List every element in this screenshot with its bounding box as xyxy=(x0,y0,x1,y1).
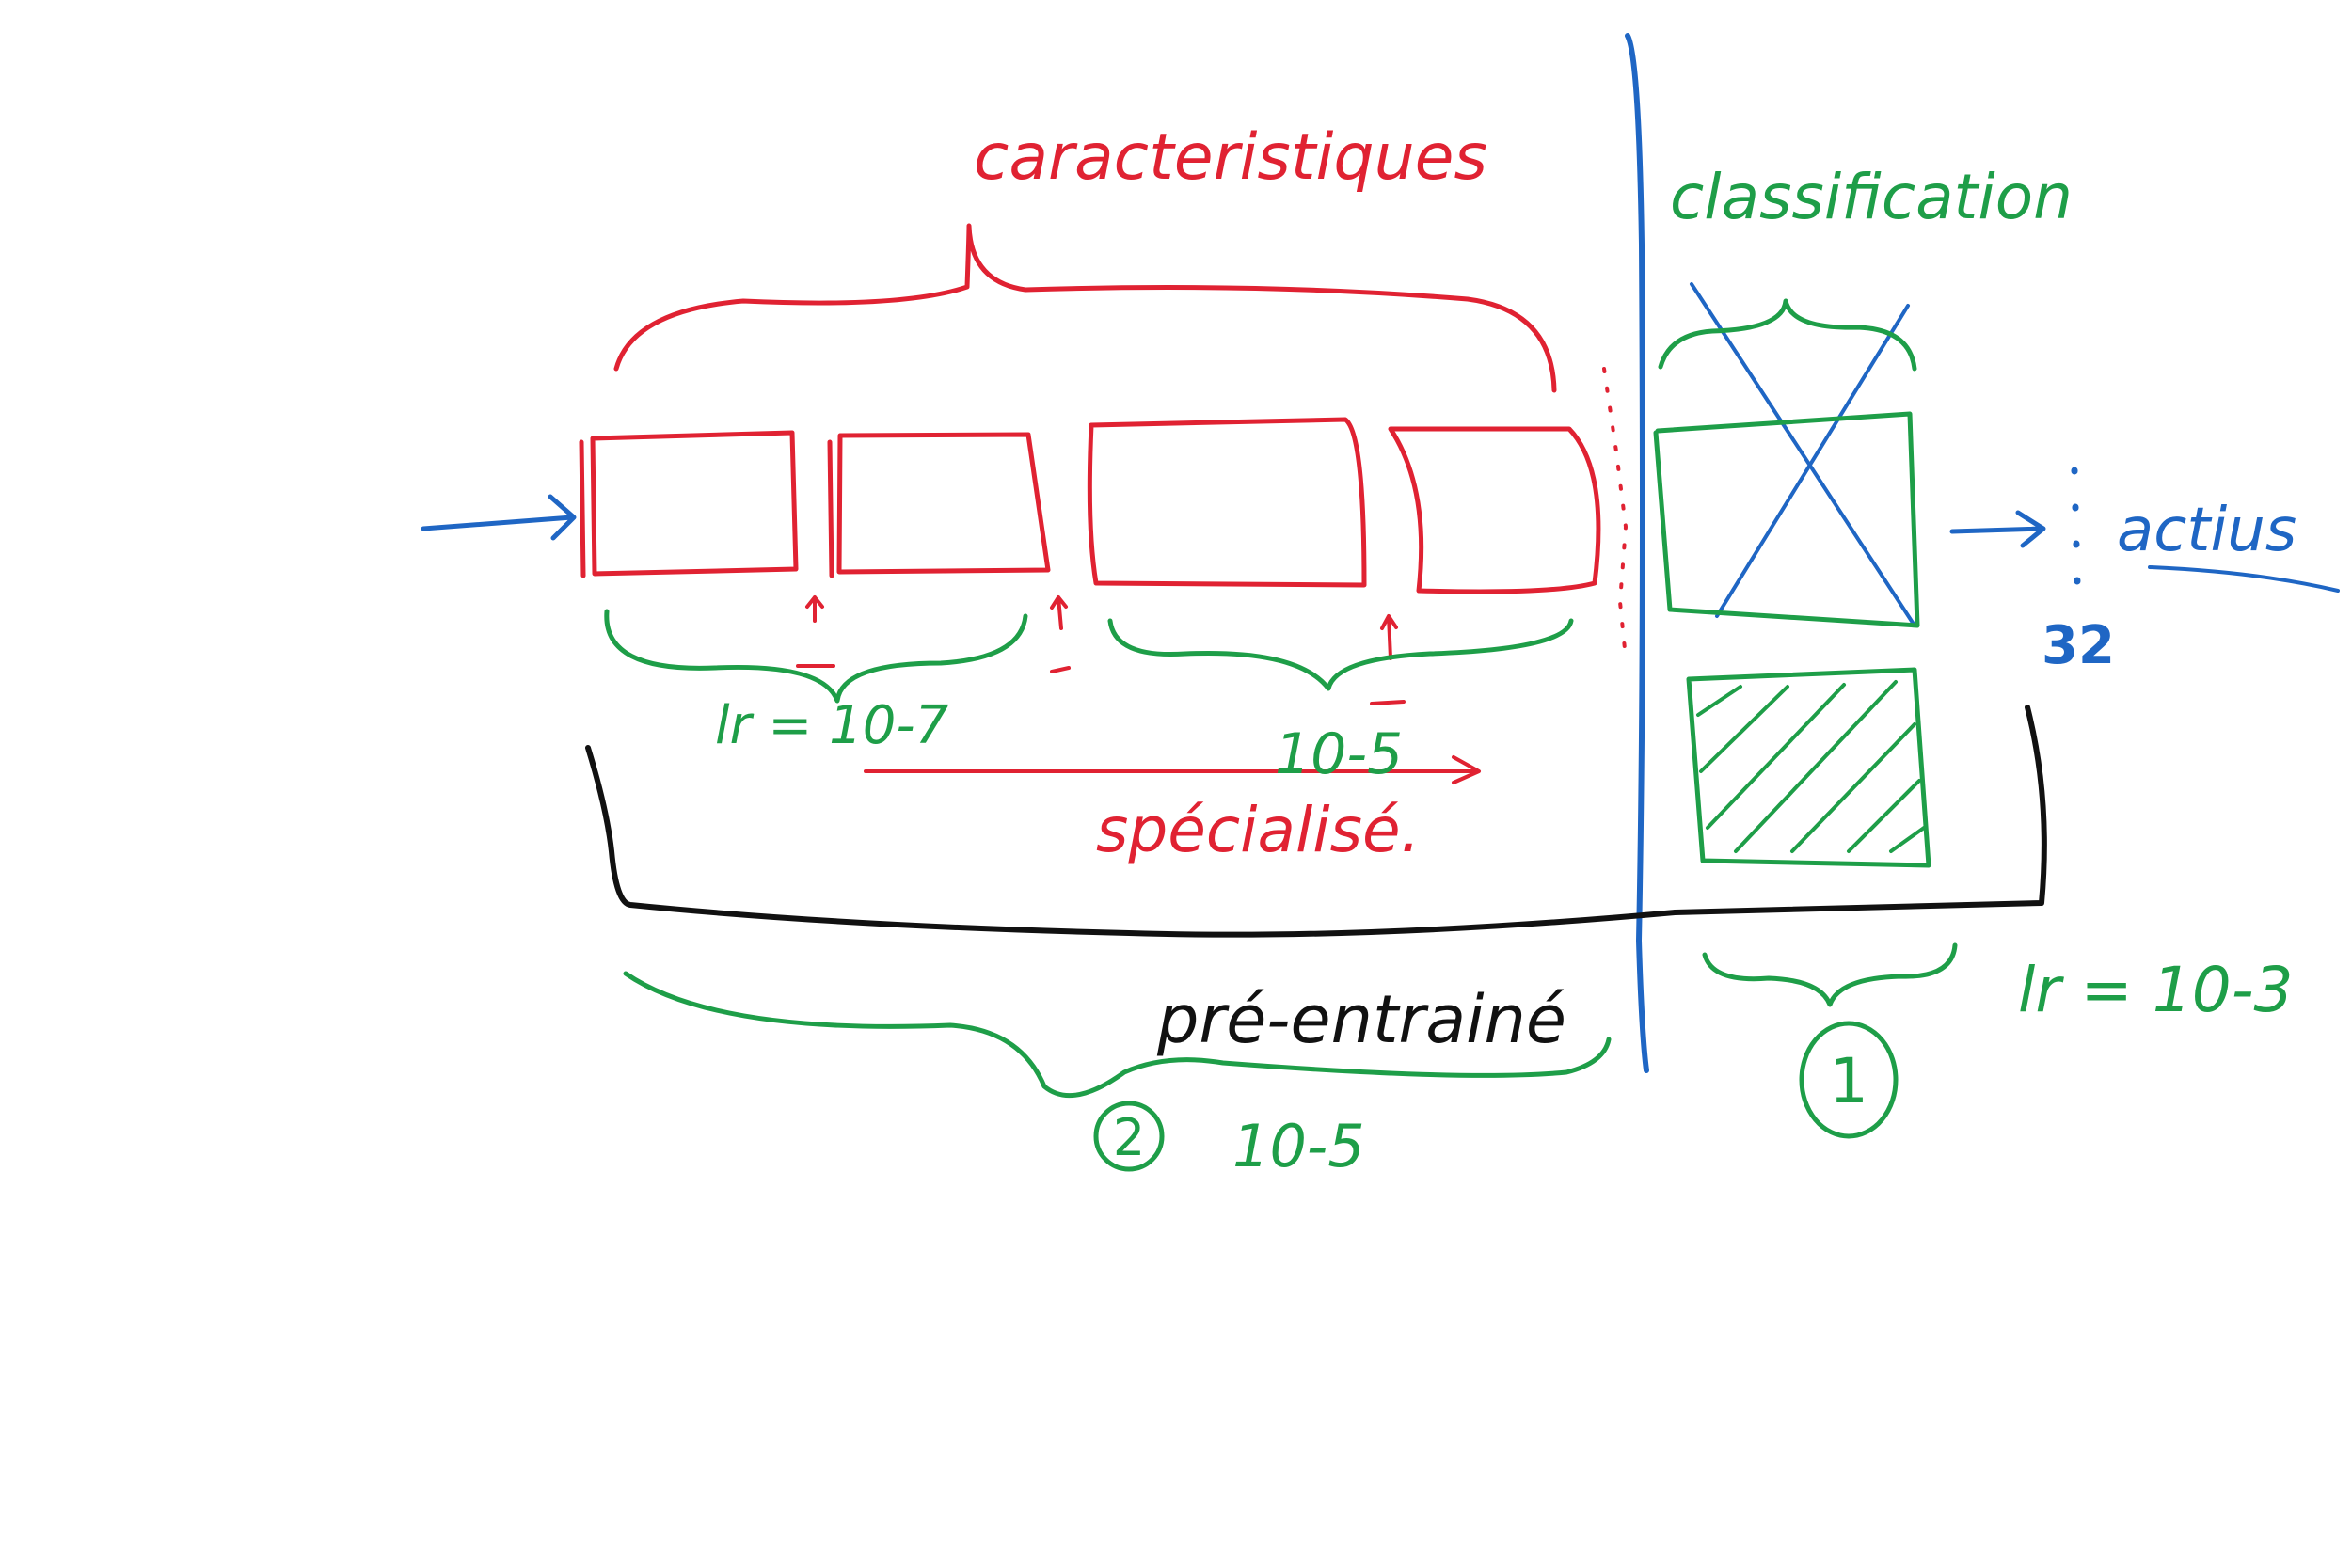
head-layer-new-hatching xyxy=(1696,680,1926,853)
features-brace xyxy=(613,223,1557,393)
freeze-arrow-2 xyxy=(1050,595,1068,630)
brace-low-lr xyxy=(604,609,1028,704)
freeze-tick-3 xyxy=(1370,700,1406,705)
feature-layer-box-1 xyxy=(579,430,799,578)
lr-mid-label: 10-5 xyxy=(1275,721,1403,787)
lr-high-label: lr = 10-3 xyxy=(2018,954,2294,1026)
freeze-tick-2 xyxy=(1050,666,1071,673)
outputs-underline xyxy=(2148,565,2340,593)
specialized-label: spécialisé. xyxy=(1096,794,1421,866)
head-cross-line-1 xyxy=(1690,282,1916,627)
classification-label: classification xyxy=(1670,161,2073,233)
step2-lr: 10-5 xyxy=(1232,1112,1365,1180)
feature-dotted-boundary xyxy=(1602,367,1628,660)
pretrained-label: pré-entrainé xyxy=(1156,981,1566,1058)
brace-step1 xyxy=(1702,942,1958,1007)
step2-number: 2 xyxy=(1113,1108,1145,1167)
output-arrow xyxy=(1949,510,2046,548)
whiteboard-diagram: caracteristiques spécialisé. actius 32 c… xyxy=(421,33,2340,1180)
feature-layer-box-2 xyxy=(827,432,1051,578)
freeze-arrow-1 xyxy=(805,595,824,623)
freeze-arrow-3 xyxy=(1380,614,1398,660)
input-arrow xyxy=(421,494,577,541)
lr-low-label: lr = 10-7 xyxy=(715,695,949,756)
output-dots xyxy=(2071,467,2081,587)
features-label: caracteristiques xyxy=(974,120,1487,195)
head-layer-crossed xyxy=(1653,411,1920,628)
step1-number: 1 xyxy=(1829,1045,1868,1117)
outputs-label: actius xyxy=(2117,496,2296,565)
feature-layer-box-3 xyxy=(1087,417,1367,588)
brace-mid-lr xyxy=(1107,618,1574,691)
feature-layer-box-4 xyxy=(1388,426,1601,594)
output-count: 32 xyxy=(2042,615,2115,676)
